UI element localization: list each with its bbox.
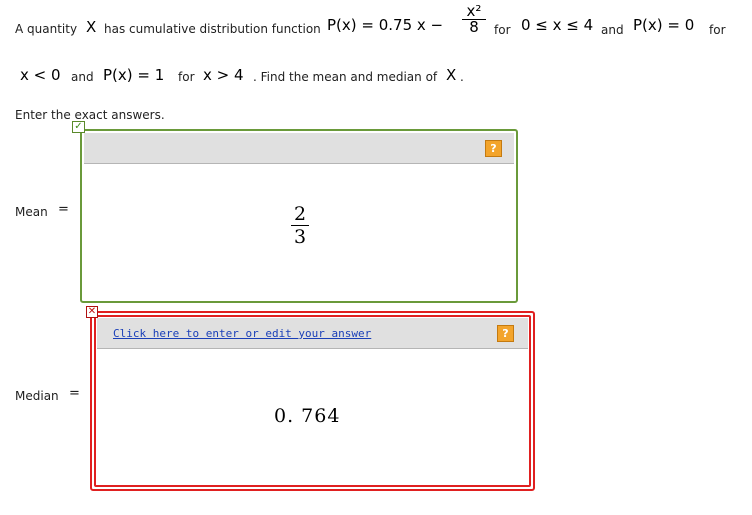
help-icon[interactable]: ? xyxy=(497,325,514,342)
question-text: for xyxy=(494,23,511,37)
question-text: and xyxy=(601,23,624,37)
condition-x-greater-4: x > 4 xyxy=(203,66,244,84)
question-text: and xyxy=(71,70,94,84)
median-answer-box[interactable]: Click here to enter or edit your answer … xyxy=(90,311,535,491)
median-label: Median xyxy=(15,389,59,403)
x-icon: ✕ xyxy=(86,306,98,318)
mean-denominator: 3 xyxy=(293,226,307,248)
cdf-zero-expression: P(x) = 0 xyxy=(633,16,695,34)
question-text: for xyxy=(178,70,195,84)
check-icon: ✓ xyxy=(72,121,85,133)
question-text: has cumulative distribution function xyxy=(104,22,321,36)
edit-answer-link[interactable]: Click here to enter or edit your answer xyxy=(113,327,371,340)
fraction-numerator: x² xyxy=(466,2,482,20)
question-period: . xyxy=(460,70,464,84)
median-equals: = xyxy=(69,386,80,401)
fraction-denominator: 8 xyxy=(469,18,479,36)
mean-answer-header: ? xyxy=(84,133,514,164)
question-text: A quantity xyxy=(15,22,78,36)
median-answer-inner: Click here to enter or edit your answer … xyxy=(94,315,531,487)
mean-answer-box[interactable]: ? 2 3 xyxy=(80,129,518,303)
median-answer-value[interactable]: 0. 764 xyxy=(274,405,340,427)
variable-x: X xyxy=(446,66,457,84)
mean-answer-value[interactable]: 2 3 xyxy=(288,203,312,248)
condition-x-less-0: x < 0 xyxy=(20,66,61,84)
help-icon[interactable]: ? xyxy=(485,140,502,157)
cdf-one-expression: P(x) = 1 xyxy=(103,66,165,84)
mean-numerator: 2 xyxy=(293,203,307,225)
variable-x: X xyxy=(86,18,97,36)
cdf-expression: P(x) = 0.75 x − xyxy=(327,16,444,34)
question-text: for xyxy=(709,23,726,37)
mean-label: Mean xyxy=(15,205,48,219)
mean-equals: = xyxy=(58,202,69,217)
question-text: . Find the mean and median of xyxy=(253,70,438,84)
median-answer-header: Click here to enter or edit your answer … xyxy=(97,318,528,349)
instruction-text: Enter the exact answers. xyxy=(15,108,165,122)
fraction-x2-over-8: x² 8 xyxy=(462,2,486,36)
range-expression: 0 ≤ x ≤ 4 xyxy=(521,16,594,34)
